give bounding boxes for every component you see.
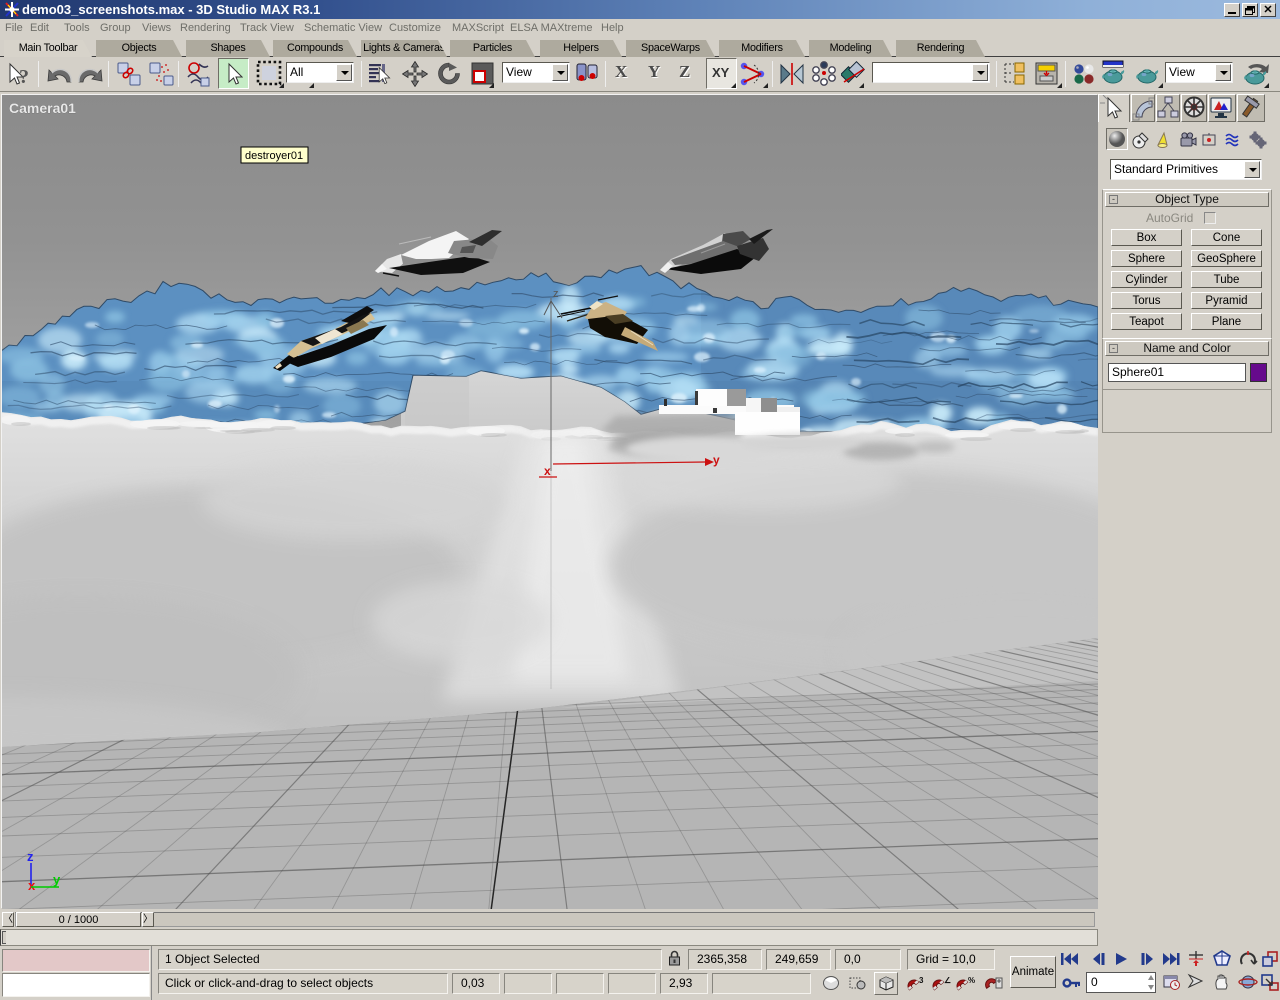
svg-text:Camera01: Camera01	[9, 100, 76, 116]
svg-text:y: y	[713, 453, 720, 467]
svg-text:z: z	[27, 849, 34, 864]
svg-text:∠: ∠	[944, 976, 951, 985]
svg-text:x: x	[28, 878, 36, 893]
svg-text:destroyer01: destroyer01	[245, 150, 303, 162]
svg-text:z: z	[553, 288, 559, 300]
svg-text:x: x	[544, 464, 551, 478]
svg-text:y: y	[53, 872, 61, 887]
svg-text:%: %	[968, 976, 975, 985]
svg-text:?: ?	[19, 66, 29, 88]
svg-text:3: 3	[919, 976, 924, 985]
